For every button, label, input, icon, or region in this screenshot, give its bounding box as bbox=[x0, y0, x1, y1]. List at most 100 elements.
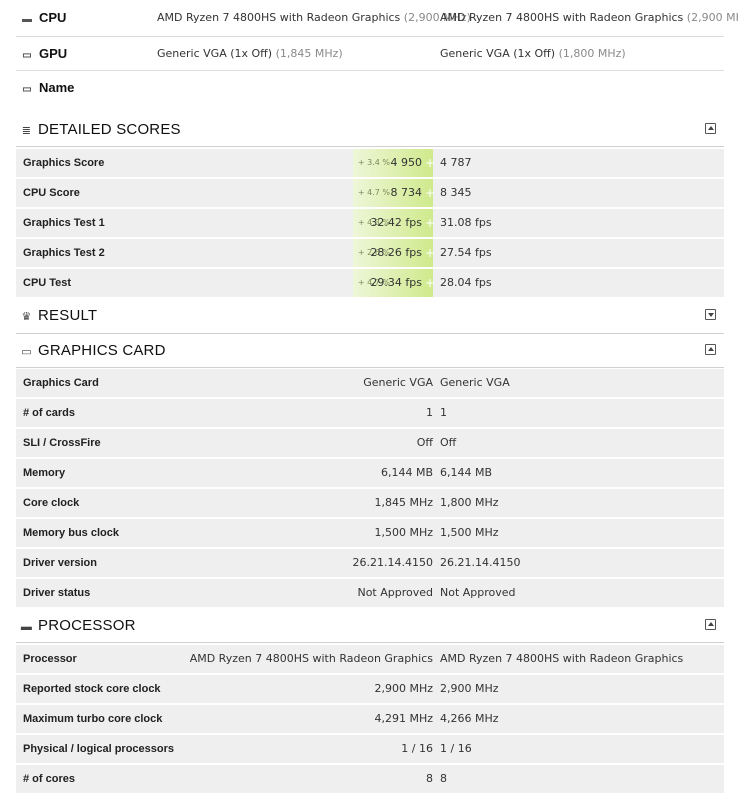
row-value-1: Not Approved bbox=[357, 586, 433, 599]
collapse-toggle-icon[interactable] bbox=[705, 344, 716, 355]
laptop-icon: ▭ bbox=[22, 84, 32, 95]
row-value-2: 26.21.14.4150 bbox=[440, 556, 521, 569]
row-label: Driver version bbox=[23, 557, 97, 569]
row-value-1: 6,144 MB bbox=[380, 466, 433, 479]
row-value-2: AMD Ryzen 7 4800HS with Radeon Graphics bbox=[440, 652, 684, 665]
table-row: Memory bus clock 1,500 MHz 1,500 MHz bbox=[16, 519, 724, 549]
row-value-2: 4,266 MHz bbox=[440, 712, 499, 725]
expand-toggle-icon[interactable] bbox=[705, 309, 716, 320]
row-label: # of cores bbox=[23, 773, 75, 785]
processor-title-wrap: ▬ PROCESSOR bbox=[20, 609, 136, 644]
row-value-2: Generic VGA bbox=[440, 376, 510, 389]
cpu-icon: ▬ bbox=[20, 621, 33, 633]
gpu-value-1-note: (1,845 MHz) bbox=[275, 47, 343, 60]
score-label: Graphics Score bbox=[23, 157, 105, 169]
row-label: # of cards bbox=[23, 407, 75, 419]
row-value-1: 1 / 16 bbox=[401, 742, 433, 755]
row-value-1: Off bbox=[416, 436, 433, 449]
graphics-card-list: Graphics Card Generic VGA Generic VGA # of… bbox=[16, 369, 724, 609]
gpu-value-2-main: Generic VGA (1x Off) bbox=[440, 47, 556, 60]
row-label: Memory bus clock bbox=[23, 527, 119, 539]
score-label: Graphics Test 2 bbox=[23, 247, 105, 259]
row-value-1: 4,291 MHz bbox=[374, 712, 433, 725]
collapse-toggle-icon[interactable] bbox=[705, 619, 716, 630]
detailed-scores-title: DETAILED SCORES bbox=[38, 121, 181, 138]
score-row: CPU Score + 4.7 % 8 734 + 8 345 bbox=[16, 179, 724, 209]
detailed-scores-title-wrap: ≣ DETAILED SCORES bbox=[20, 113, 181, 148]
result-title-wrap: ♛ RESULT bbox=[20, 299, 97, 334]
row-value-2: 1,800 MHz bbox=[440, 496, 499, 509]
plus-icon: + bbox=[424, 246, 435, 260]
row-label: Reported stock core clock bbox=[23, 683, 161, 695]
plus-icon: + bbox=[424, 216, 435, 230]
row-label: Driver status bbox=[23, 587, 91, 599]
row-label: SLI / CrossFire bbox=[23, 437, 101, 449]
row-label: Processor bbox=[23, 653, 77, 665]
table-row: # of cards 1 1 bbox=[16, 399, 724, 429]
score-label: CPU Test bbox=[23, 277, 72, 289]
result-header[interactable]: ♛ RESULT bbox=[16, 299, 724, 334]
gpu-value-1-main: Generic VGA (1x Off) bbox=[157, 47, 273, 60]
row-value-1: 26.21.14.4150 bbox=[352, 556, 433, 569]
row-value-2: 1,500 MHz bbox=[440, 526, 499, 539]
name-label-wrap: ▭ Name bbox=[21, 71, 74, 104]
plus-icon: + bbox=[424, 156, 435, 170]
score-value-2: 28.04 fps bbox=[440, 276, 492, 289]
row-value-1: 8 bbox=[426, 772, 433, 785]
score-value-1: 28.26 fps bbox=[370, 246, 422, 259]
name-info-row: ▭ Name bbox=[16, 71, 724, 104]
monitor-icon: ▭ bbox=[22, 50, 32, 61]
score-value-2: 27.54 fps bbox=[440, 246, 492, 259]
cpu-value-2-note: (2,900 MHz) bbox=[686, 11, 738, 24]
graphics-card-title: GRAPHICS CARD bbox=[38, 342, 166, 359]
list-icon: ≣ bbox=[21, 125, 32, 137]
table-row: SLI / CrossFire Off Off bbox=[16, 429, 724, 459]
table-row: Processor AMD Ryzen 7 4800HS with Radeon … bbox=[16, 645, 724, 675]
graphics-card-header[interactable]: ▭ GRAPHICS CARD bbox=[16, 334, 724, 368]
row-value-2: Not Approved bbox=[440, 586, 516, 599]
gpu-info-row: ▭ GPU Generic VGA (1x Off) (1,845 MHz) Ge… bbox=[16, 37, 724, 71]
trophy-icon: ♛ bbox=[21, 311, 32, 323]
collapse-toggle-icon[interactable] bbox=[705, 123, 716, 134]
monitor-icon: ▭ bbox=[21, 346, 32, 358]
score-row: CPU Test + 4.7 % 29.34 fps + 28.04 fps bbox=[16, 269, 724, 299]
row-value-2: 2,900 MHz bbox=[440, 682, 499, 695]
table-row: Driver version 26.21.14.4150 26.21.14.4150 bbox=[16, 549, 724, 579]
row-label: Maximum turbo core clock bbox=[23, 713, 163, 725]
row-value-1: 1,845 MHz bbox=[374, 496, 433, 509]
score-value-1: 4 950 bbox=[390, 156, 423, 169]
plus-icon: + bbox=[424, 186, 435, 200]
cpu-value-2-main: AMD Ryzen 7 4800HS with Radeon Graphics bbox=[440, 11, 684, 24]
processor-header[interactable]: ▬ PROCESSOR bbox=[16, 609, 724, 643]
score-label: CPU Score bbox=[23, 187, 80, 199]
score-percent: + 3.4 % bbox=[357, 158, 390, 167]
processor-list: Processor AMD Ryzen 7 4800HS with Radeon … bbox=[16, 645, 724, 795]
table-row: Maximum turbo core clock 4,291 MHz 4,266 M… bbox=[16, 705, 724, 735]
score-label: Graphics Test 1 bbox=[23, 217, 105, 229]
detailed-scores-list: Graphics Score + 3.4 % 4 950 + 4 787 CPU… bbox=[16, 149, 724, 299]
table-row: # of cores 8 8 bbox=[16, 765, 724, 795]
table-row: Physical / logical processors 1 / 16 1 / 1… bbox=[16, 735, 724, 765]
row-value-1: 1 bbox=[426, 406, 433, 419]
score-row: Graphics Score + 3.4 % 4 950 + 4 787 bbox=[16, 149, 724, 179]
row-label: Memory bbox=[23, 467, 66, 479]
cpu-value-2: AMD Ryzen 7 4800HS with Radeon Graphics … bbox=[440, 0, 738, 36]
detailed-scores-header[interactable]: ≣ DETAILED SCORES bbox=[16, 113, 724, 147]
row-value-1: 1,500 MHz bbox=[374, 526, 433, 539]
gpu-label: GPU bbox=[39, 46, 68, 61]
cpu-label-wrap: ▬ CPU bbox=[21, 0, 66, 33]
graphics-card-title-wrap: ▭ GRAPHICS CARD bbox=[20, 334, 166, 369]
cpu-icon: ▬ bbox=[22, 14, 32, 25]
table-row: Reported stock core clock 2,900 MHz 2,900 … bbox=[16, 675, 724, 705]
gpu-value-2: Generic VGA (1x Off) (1,800 MHz) bbox=[440, 37, 626, 70]
row-value-1: 2,900 MHz bbox=[374, 682, 433, 695]
processor-title: PROCESSOR bbox=[38, 617, 136, 634]
table-row: Driver status Not Approved Not Approved bbox=[16, 579, 724, 609]
score-value-2: 8 345 bbox=[440, 186, 472, 199]
score-percent: + 4.7 % bbox=[357, 188, 390, 197]
table-row: Graphics Card Generic VGA Generic VGA bbox=[16, 369, 724, 399]
row-label: Core clock bbox=[23, 497, 80, 509]
row-value-2: 6,144 MB bbox=[440, 466, 493, 479]
cpu-info-row: ▬ CPU AMD Ryzen 7 4800HS with Radeon Grap… bbox=[16, 0, 738, 37]
score-value-2: 31.08 fps bbox=[440, 216, 492, 229]
